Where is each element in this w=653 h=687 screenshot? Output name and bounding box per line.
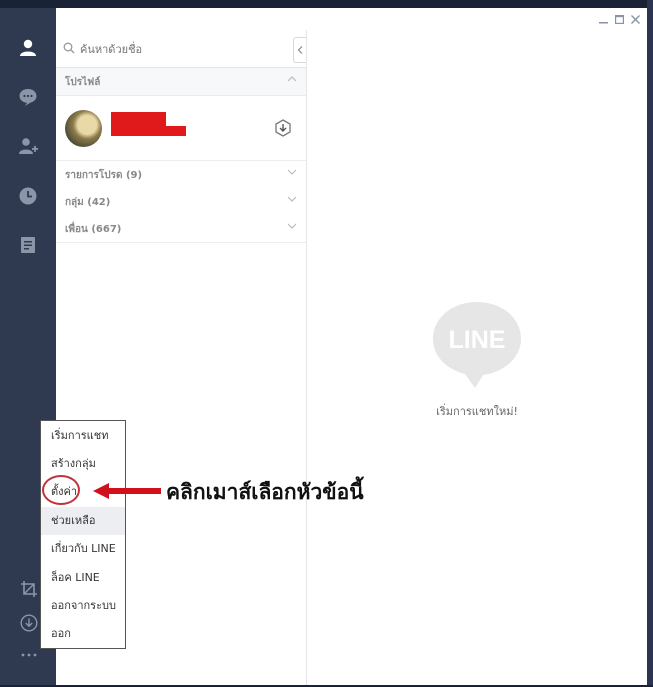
chevron-down-icon <box>287 196 297 202</box>
profile-name-redacted <box>111 112 186 136</box>
section-groups[interactable]: กลุ่ม (42) <box>56 188 306 216</box>
download-circle-icon[interactable] <box>20 614 38 632</box>
close-icon[interactable] <box>628 12 642 26</box>
arrow-left-icon <box>93 483 161 499</box>
chat-bubble-icon[interactable] <box>18 87 38 107</box>
annotation-text: คลิกเมาส์เลือกหัวข้อนี้ <box>166 479 364 504</box>
minimize-icon[interactable] <box>596 12 610 26</box>
title-bar <box>56 8 647 30</box>
line-logo-text: LINE <box>449 326 506 354</box>
menu-item-logout[interactable]: ออกจากระบบ <box>41 592 125 620</box>
avatar <box>65 110 102 147</box>
section-profile-label: โปรไฟล์ <box>65 77 101 88</box>
menu-item-help[interactable]: ช่วยเหลือ <box>41 507 125 535</box>
menu-item-about-line[interactable]: เกี่ยวกับ LINE <box>41 535 125 563</box>
crop-icon[interactable] <box>20 580 38 598</box>
section-friends[interactable]: เพื่อน (667) <box>56 215 306 243</box>
context-menu: เริ่มการแชท สร้างกลุ่ม ตั้งค่า ช่วยเหลือ… <box>40 420 126 649</box>
search-input[interactable] <box>78 39 282 59</box>
chevron-down-icon <box>287 223 297 229</box>
add-friend-icon[interactable] <box>18 136 38 156</box>
download-hexagon-icon[interactable] <box>274 119 292 137</box>
main-window: โปรไฟล์ รายการโปรด (9) กลุ่ม (42) เพื่อน… <box>56 8 647 685</box>
chevron-down-icon <box>287 169 297 175</box>
menu-item-exit[interactable]: ออก <box>41 620 125 648</box>
section-favorites-label: รายการโปรด (9) <box>65 170 143 181</box>
profile-row[interactable] <box>56 96 306 161</box>
section-friends-label: เพื่อน (667) <box>65 224 122 235</box>
person-icon[interactable] <box>18 38 38 58</box>
window-frame-right <box>647 0 653 687</box>
section-groups-label: กลุ่ม (42) <box>65 197 111 208</box>
note-icon[interactable] <box>18 235 38 255</box>
start-chat-text[interactable]: เริ่มการแชทใหม่! <box>307 402 647 420</box>
line-logo: LINE <box>433 302 521 388</box>
clock-icon[interactable] <box>18 186 38 206</box>
window-frame-top <box>0 0 653 8</box>
menu-item-lock-line[interactable]: ล็อค LINE <box>41 564 125 592</box>
search-icon <box>63 42 75 54</box>
chevron-up-icon <box>287 76 297 82</box>
collapse-panel-button[interactable] <box>293 37 306 63</box>
section-profile[interactable]: โปรไฟล์ <box>56 68 306 96</box>
menu-item-create-group[interactable]: สร้างกลุ่ม <box>41 450 125 478</box>
section-favorites[interactable]: รายการโปรด (9) <box>56 161 306 189</box>
chat-area: LINE เริ่มการแชทใหม่! <box>307 30 647 685</box>
menu-item-start-chat[interactable]: เริ่มการแชท <box>41 422 125 450</box>
maximize-icon[interactable] <box>612 12 626 26</box>
chevron-left-icon <box>297 46 303 54</box>
more-dots-icon[interactable] <box>20 646 38 664</box>
highlight-circle <box>42 475 80 505</box>
search-bar <box>56 30 306 68</box>
